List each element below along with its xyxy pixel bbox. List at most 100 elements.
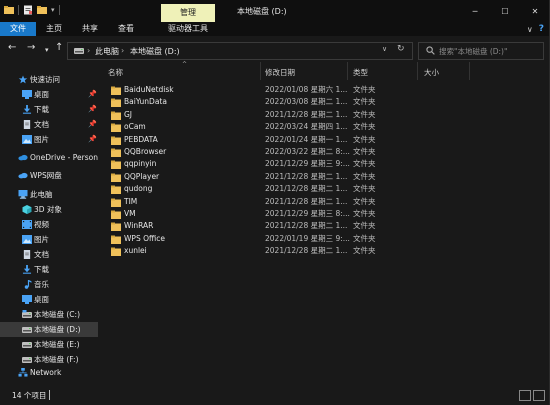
file-row[interactable]: qudong 2021/12/28 星期二 1... 文件夹 — [98, 183, 550, 196]
up-button[interactable]: ↑ — [55, 43, 63, 53]
details-view-icon[interactable] — [519, 390, 531, 401]
pin-icon: 📌 — [88, 105, 97, 113]
sidebar-item-drive-e[interactable]: 本地磁盘 (E:) — [0, 337, 98, 352]
file-name: WPS Office — [124, 233, 165, 243]
sidebar-item-label: 本地磁盘 (E:) — [34, 340, 80, 349]
breadcrumb-drive-d[interactable]: 本地磁盘 (D:) — [130, 46, 180, 57]
properties-icon[interactable] — [23, 5, 33, 15]
column-header-size[interactable]: 大小 — [424, 67, 439, 78]
status-bar: 14 个项目 — [0, 385, 550, 405]
search-box[interactable]: 搜索"本地磁盘 (D:)" — [418, 42, 544, 60]
file-row[interactable]: GJ 2021/12/28 星期二 1... 文件夹 — [98, 109, 550, 122]
navigation-pane: 快速访问 桌面 📌 下载 📌 文档 📌 图片 📌 OneDrive - Pers… — [0, 62, 98, 385]
sidebar-item-quick-access[interactable]: 快速访问 — [0, 72, 98, 87]
customize-toolbar-icon[interactable]: ▾ — [51, 6, 55, 14]
sidebar-item-wps-cloud[interactable]: WPS网盘 — [0, 168, 98, 183]
column-divider[interactable] — [469, 62, 470, 80]
tab-home[interactable]: 主页 — [36, 22, 72, 36]
sidebar-item-downloads[interactable]: 下载 📌 — [0, 102, 98, 117]
sort-ascending-icon: ^ — [182, 61, 188, 68]
sidebar-item-videos[interactable]: 视频 — [0, 217, 98, 232]
new-folder-icon[interactable] — [37, 5, 47, 15]
file-row[interactable]: xunlei 2021/12/28 星期二 1... 文件夹 — [98, 245, 550, 258]
file-row[interactable]: WPS Office 2022/01/19 星期三 9:... 文件夹 — [98, 233, 550, 246]
forward-button[interactable]: → — [27, 43, 35, 53]
breadcrumb-this-pc[interactable]: 此电脑 — [95, 46, 119, 57]
star-icon — [18, 75, 28, 84]
maximize-button[interactable]: ☐ — [490, 0, 520, 22]
address-bar[interactable]: › 此电脑 › 本地磁盘 (D:) ∨ ↻ — [67, 42, 413, 60]
sidebar-item-pictures[interactable]: 图片 📌 — [0, 132, 98, 147]
file-list: ^ 名称 修改日期 类型 大小 BaiduNetdisk 2022/01/08 星… — [98, 61, 550, 385]
file-type: 文件夹 — [353, 233, 376, 243]
sidebar-item-label: 本地磁盘 (C:) — [34, 310, 80, 319]
sidebar-item-drive-d[interactable]: 本地磁盘 (D:) — [0, 322, 98, 337]
sidebar-item-label: 音乐 — [34, 280, 49, 289]
sidebar-item-desktop-pc[interactable]: 桌面 — [0, 292, 98, 307]
expand-ribbon-icon[interactable]: ∨ — [527, 25, 533, 34]
pin-icon: 📌 — [88, 90, 97, 98]
file-date: 2022/03/08 星期二 1... — [265, 97, 348, 107]
sidebar-item-documents-pc[interactable]: 文档 — [0, 247, 98, 262]
manage-contextual-tab[interactable]: 管理 — [161, 4, 215, 22]
large-icons-view-icon[interactable] — [533, 390, 545, 401]
sidebar-item-label: Network — [30, 368, 62, 377]
file-date: 2022/01/19 星期三 9:... — [265, 233, 350, 243]
drive-icon — [22, 342, 32, 348]
file-row[interactable]: VM 2021/12/29 星期三 8:... 文件夹 — [98, 208, 550, 221]
file-date: 2021/12/29 星期三 9:... — [265, 159, 350, 169]
file-row[interactable]: WinRAR 2021/12/28 星期二 1... 文件夹 — [98, 220, 550, 233]
file-row[interactable]: qqpinyin 2021/12/29 星期三 9:... 文件夹 — [98, 158, 550, 171]
recent-locations-button[interactable]: ▾ — [45, 45, 49, 55]
address-history-dropdown[interactable]: ∨ — [382, 45, 387, 53]
tab-file[interactable]: 文件 — [0, 22, 36, 36]
file-row[interactable]: QQPlayer 2021/12/28 星期二 1... 文件夹 — [98, 171, 550, 184]
file-row[interactable]: BaiduNetdisk 2022/01/08 星期六 1... 文件夹 — [98, 84, 550, 97]
tab-share[interactable]: 共享 — [72, 22, 108, 36]
close-button[interactable]: ✕ — [520, 0, 550, 22]
sidebar-item-desktop[interactable]: 桌面 📌 — [0, 87, 98, 102]
toolbar-divider — [58, 5, 60, 15]
quick-access-toolbar: ▾ — [4, 5, 60, 15]
drive-icon — [22, 357, 32, 363]
sidebar-item-network[interactable]: Network — [0, 365, 98, 380]
tab-view[interactable]: 查看 — [108, 22, 144, 36]
sidebar-item-downloads-pc[interactable]: 下载 — [0, 262, 98, 277]
column-divider[interactable] — [260, 62, 261, 80]
file-row[interactable]: TIM 2021/12/28 星期二 1... 文件夹 — [98, 196, 550, 209]
download-icon — [22, 105, 32, 114]
sidebar-item-label: 3D 对象 — [34, 205, 62, 214]
file-row[interactable]: PEBDATA 2022/01/24 星期一 1... 文件夹 — [98, 134, 550, 147]
file-row[interactable]: BaiYunData 2022/03/08 星期二 1... 文件夹 — [98, 96, 550, 109]
sidebar-item-documents[interactable]: 文档 📌 — [0, 117, 98, 132]
column-header-date[interactable]: 修改日期 — [265, 67, 295, 78]
file-type: 文件夹 — [353, 122, 376, 132]
file-type: 文件夹 — [353, 159, 376, 169]
folder-icon — [111, 235, 121, 244]
column-divider[interactable] — [347, 62, 348, 80]
help-icon[interactable]: ? — [539, 24, 544, 34]
file-type: 文件夹 — [353, 147, 376, 156]
sidebar-item-label: 图片 — [34, 135, 49, 144]
minimize-button[interactable]: ─ — [460, 0, 490, 22]
sidebar-item-3d-objects[interactable]: 3D 对象 — [0, 202, 98, 217]
tab-drive-tools[interactable]: 驱动器工具 — [155, 22, 221, 36]
sidebar-item-this-pc[interactable]: 此电脑 — [0, 187, 98, 202]
sidebar-item-drive-c[interactable]: 本地磁盘 (C:) — [0, 307, 98, 322]
sidebar-item-music[interactable]: 音乐 — [0, 277, 98, 292]
column-header-name[interactable]: 名称 — [108, 67, 123, 78]
sidebar-item-onedrive[interactable]: OneDrive - Personal — [0, 150, 98, 165]
refresh-icon[interactable]: ↻ — [397, 44, 405, 54]
folder-icon — [111, 210, 121, 219]
file-row[interactable]: QQBrowser 2022/03/22 星期二 8:... 文件夹 — [98, 146, 550, 159]
column-header-type[interactable]: 类型 — [353, 67, 368, 78]
sidebar-item-pictures-pc[interactable]: 图片 — [0, 232, 98, 247]
column-divider[interactable] — [417, 62, 418, 80]
file-row[interactable]: oCam 2022/03/24 星期四 1... 文件夹 — [98, 121, 550, 134]
file-date: 2021/12/28 星期二 1... — [265, 184, 348, 194]
column-headers: ^ 名称 修改日期 类型 大小 — [98, 61, 550, 80]
folder-icon — [111, 198, 121, 207]
computer-icon — [18, 190, 28, 199]
back-button[interactable]: ← — [8, 43, 16, 53]
sidebar-item-label: 视频 — [34, 220, 49, 229]
